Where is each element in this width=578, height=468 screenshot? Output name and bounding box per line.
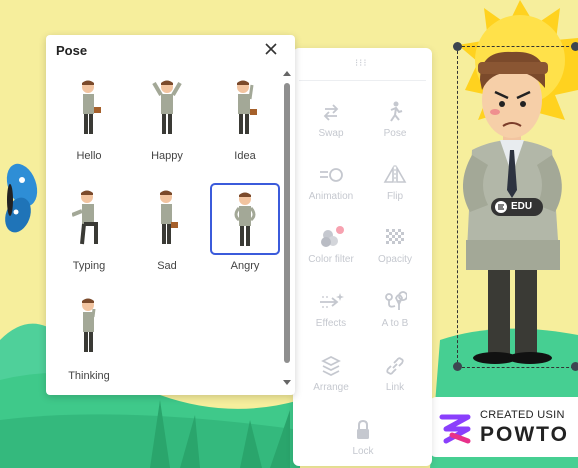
pose-option-thinking[interactable]: [54, 291, 124, 363]
tool-label: Opacity: [378, 254, 412, 265]
tool-label: Link: [385, 382, 405, 393]
effects-icon: [320, 293, 344, 308]
tools-panel: ⁝⁝⁝ Swap Pose Animation Flip Color filte…: [293, 48, 432, 466]
pose-sad-figure: [160, 190, 178, 244]
tool-opacity[interactable]: Opacity: [363, 226, 427, 265]
scroll-up-icon[interactable]: [283, 69, 291, 77]
pose-option-hello[interactable]: [54, 73, 124, 145]
powtoon-logo-icon: [439, 414, 471, 444]
edu-badge-label: EDU: [511, 201, 533, 212]
pose-icon: [390, 101, 403, 122]
scroll-thumb[interactable]: [284, 83, 290, 363]
tool-effects[interactable]: Effects: [299, 290, 363, 329]
tool-a-to-b[interactable]: A to B: [363, 290, 427, 329]
a-to-b-icon: [385, 291, 407, 310]
tool-lock[interactable]: Lock: [331, 418, 395, 457]
opacity-icon: [386, 229, 404, 244]
pose-panel: Pose Hello Happy Idea Typing Sad Angry T…: [46, 35, 295, 395]
animation-icon: [320, 168, 343, 182]
drag-handle[interactable]: ⁝⁝⁝: [355, 58, 368, 69]
edu-logo-icon: [495, 201, 507, 213]
tool-color-filter[interactable]: Color filter: [299, 226, 363, 265]
link-icon: [386, 357, 404, 375]
watermark-line2: POWTO: [480, 423, 569, 446]
pose-label-thinking: Thinking: [68, 370, 110, 382]
pose-typing-figure: [72, 190, 98, 245]
resize-handle-bottom-left[interactable]: [453, 362, 462, 371]
lock-icon: [357, 419, 369, 439]
arrange-icon: [321, 356, 341, 376]
pose-panel-title: Pose: [56, 43, 88, 58]
tool-arrange[interactable]: Arrange: [299, 354, 363, 393]
swap-icon: [323, 104, 339, 121]
resize-handle-top-right[interactable]: [571, 42, 578, 51]
pose-idea-figure: [237, 80, 257, 134]
tool-label: Arrange: [313, 382, 349, 393]
edu-badge: EDU: [491, 198, 543, 216]
tool-pose[interactable]: Pose: [363, 100, 427, 139]
scroll-down-icon[interactable]: [283, 379, 291, 387]
pose-option-angry[interactable]: [210, 183, 280, 255]
tool-swap[interactable]: Swap: [299, 100, 363, 139]
tool-label: Color filter: [308, 254, 354, 265]
tool-label: Effects: [315, 318, 347, 329]
pose-happy-figure: [152, 80, 182, 134]
tool-label: A to B: [381, 318, 409, 329]
pose-angry-figure: [234, 192, 256, 246]
tool-label: Swap: [318, 128, 344, 139]
watermark: CREATED USIN POWTO: [430, 397, 578, 457]
resize-handle-top-left[interactable]: [453, 42, 462, 51]
tool-label: Pose: [383, 128, 407, 139]
pose-label-happy: Happy: [151, 150, 183, 162]
watermark-line1: CREATED USIN: [480, 409, 565, 421]
flip-icon: [383, 164, 407, 185]
close-icon[interactable]: [260, 38, 282, 60]
pose-hello-figure: [82, 80, 101, 134]
pose-option-idea[interactable]: [210, 73, 280, 145]
tool-link[interactable]: Link: [363, 354, 427, 393]
tool-label: Flip: [386, 191, 404, 202]
pose-label-typing: Typing: [72, 260, 106, 272]
pose-label-hello: Hello: [76, 150, 102, 162]
tool-label: Animation: [308, 191, 354, 202]
tool-animation[interactable]: Animation: [299, 163, 363, 202]
pose-scrollbar[interactable]: [282, 69, 292, 389]
resize-handle-bottom-right[interactable]: [571, 362, 578, 371]
tool-label: Lock: [352, 446, 374, 457]
color-filter-icon: [321, 226, 344, 247]
divider: [299, 80, 426, 81]
pose-label-angry: Angry: [230, 260, 260, 272]
pose-thinking-figure: [82, 298, 96, 352]
pose-option-sad[interactable]: [132, 183, 202, 255]
pose-option-typing[interactable]: [54, 183, 124, 255]
pose-label-idea: Idea: [234, 150, 256, 162]
pose-option-happy[interactable]: [132, 73, 202, 145]
pose-label-sad: Sad: [157, 260, 177, 272]
tool-flip[interactable]: Flip: [363, 163, 427, 202]
